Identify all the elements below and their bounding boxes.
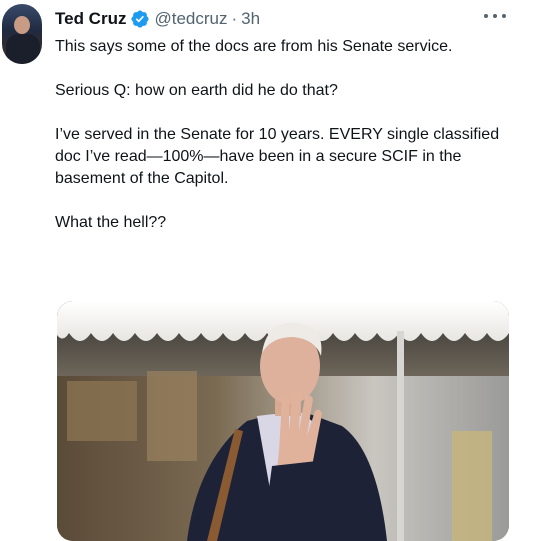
dot bbox=[502, 14, 506, 18]
tweet-photo[interactable] bbox=[57, 301, 509, 541]
author-name[interactable]: Ted Cruz bbox=[55, 9, 126, 29]
avatar-figure-body bbox=[6, 34, 40, 64]
avatar-figure-head bbox=[14, 16, 30, 34]
dot bbox=[493, 14, 497, 18]
tweet-header: Ted Cruz @tedcruz · 3h bbox=[55, 7, 260, 31]
photo-illustration bbox=[57, 301, 509, 541]
tweet-paragraph: What the hell?? bbox=[55, 214, 167, 231]
author-handle[interactable]: @tedcruz bbox=[154, 9, 227, 29]
verified-badge-icon bbox=[130, 9, 150, 29]
ellipsis-icon[interactable] bbox=[484, 8, 506, 24]
tweet-paragraph: I’ve served in the Senate for 10 years. … bbox=[55, 126, 500, 187]
header-separator: · bbox=[231, 9, 238, 28]
tweet-text: This says some of the docs are from his … bbox=[55, 36, 515, 256]
dot bbox=[484, 14, 488, 18]
tweet-paragraph: Serious Q: how on earth did he do that? bbox=[55, 82, 338, 99]
tweet-timestamp[interactable]: 3h bbox=[241, 9, 260, 29]
tweet-card[interactable]: Ted Cruz @tedcruz · 3h This says some of… bbox=[0, 0, 535, 541]
tweet-paragraph: This says some of the docs are from his … bbox=[55, 38, 453, 55]
profile-avatar[interactable] bbox=[2, 4, 42, 64]
